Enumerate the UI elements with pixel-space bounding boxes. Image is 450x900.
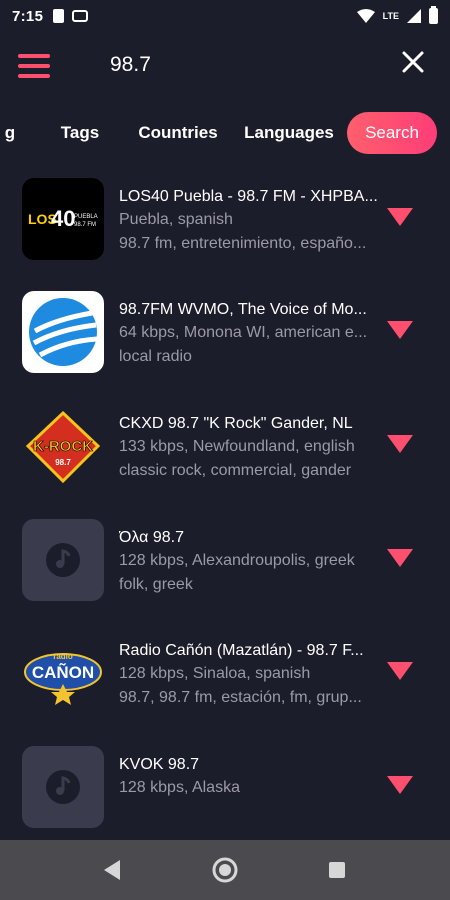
voicemail-icon [72, 10, 89, 22]
station-details: Puebla, spanish [119, 211, 233, 228]
logo-text-40: 40 [51, 206, 75, 231]
station-details: 128 kbps, Sinaloa, spanish [119, 665, 311, 682]
heart-icon[interactable] [387, 208, 413, 226]
station-row[interactable]: K-ROCK 98.7 CKXD 98.7 "K Rock" Gander, N… [0, 397, 450, 509]
station-row[interactable]: KVOK 98.7 128 kbps, Alaska [0, 738, 450, 850]
station-title: Radio Cañón (Mazatlán) - 98.7 F... [119, 642, 364, 659]
logo-text-krock: K-ROCK [33, 438, 93, 455]
wifi-icon [356, 9, 375, 23]
station-details: 64 kbps, Monona WI, american e... [119, 324, 368, 341]
station-title: 98.7FM WVMO, The Voice of Mo... [119, 301, 367, 318]
station-details: 133 kbps, Newfoundland, english [119, 438, 355, 455]
tab-search[interactable]: Search [347, 112, 437, 154]
battery-icon [429, 6, 438, 24]
station-tags: local radio [119, 348, 192, 365]
station-row[interactable]: LOS 40 PUEBLA 98.7 FM LOS40 Puebla - 98.… [0, 170, 450, 282]
station-row[interactable]: radio CAÑON Radio Cañón (Mazatlán) - 98.… [0, 624, 450, 736]
logo-text-canon: CAÑON [32, 662, 94, 682]
tab-languages[interactable]: Languages [242, 112, 336, 154]
station-tags: 98.7 fm, entretenimiento, españo... [119, 235, 367, 252]
logo-text-freq: 98.7 FM [74, 222, 96, 228]
station-details: 128 kbps, Alaska [119, 779, 240, 796]
heart-icon[interactable] [387, 662, 413, 680]
app-bar [0, 32, 450, 100]
station-title: LOS40 Puebla - 98.7 FM - XHPBA... [119, 188, 378, 205]
close-icon[interactable] [398, 50, 428, 80]
heart-icon[interactable] [387, 435, 413, 453]
logo-text-radio: radio [53, 652, 73, 661]
music-note-icon [46, 770, 80, 804]
tab-tags[interactable]: Tags [55, 112, 105, 154]
sim-icon [53, 9, 65, 23]
logo-text-puebla: PUEBLA [74, 214, 98, 220]
status-time: 7:15 [12, 7, 44, 25]
tab-partial[interactable]: g [0, 112, 20, 154]
status-bar: 7:15 LTE [0, 0, 450, 32]
back-icon[interactable] [98, 855, 128, 885]
station-row[interactable]: Όλα 98.7 128 kbps, Alexandroupolis, gree… [0, 511, 450, 623]
station-title: Όλα 98.7 [119, 529, 184, 546]
station-title: CKXD 98.7 "K Rock" Gander, NL [119, 415, 353, 432]
heart-icon[interactable] [387, 321, 413, 339]
station-row[interactable]: 98.7FM WVMO, The Voice of Mo... 64 kbps,… [0, 283, 450, 395]
heart-icon[interactable] [387, 776, 413, 794]
station-logo-los40: LOS 40 PUEBLA 98.7 FM [22, 178, 104, 260]
recents-icon[interactable] [322, 855, 352, 885]
station-logo-placeholder [22, 746, 104, 828]
station-tags: classic rock, commercial, gander [119, 462, 352, 479]
station-tags: 98.7, 98.7 fm, estación, fm, grup... [119, 689, 362, 706]
station-logo-wvmo [22, 291, 104, 373]
station-logo-krock: K-ROCK 98.7 [22, 405, 104, 487]
station-logo-canon: radio CAÑON [22, 632, 104, 714]
search-input[interactable] [110, 53, 370, 77]
music-note-icon [46, 543, 80, 577]
system-nav-bar [0, 840, 450, 900]
hamburger-menu-icon[interactable] [18, 54, 50, 78]
station-title: KVOK 98.7 [119, 756, 200, 773]
heart-icon[interactable] [387, 549, 413, 567]
signal-icon [407, 9, 421, 23]
station-tags [119, 800, 387, 824]
station-details: 128 kbps, Alexandroupolis, greek [119, 552, 355, 569]
lte-label: LTE [382, 11, 399, 21]
logo-text-krock-freq: 98.7 [55, 458, 71, 467]
station-tags: folk, greek [119, 576, 193, 593]
home-icon[interactable] [210, 855, 240, 885]
category-tabs: g Tags Countries Languages Search [0, 108, 450, 158]
tab-countries[interactable]: Countries [134, 112, 222, 154]
station-logo-placeholder [22, 519, 104, 601]
